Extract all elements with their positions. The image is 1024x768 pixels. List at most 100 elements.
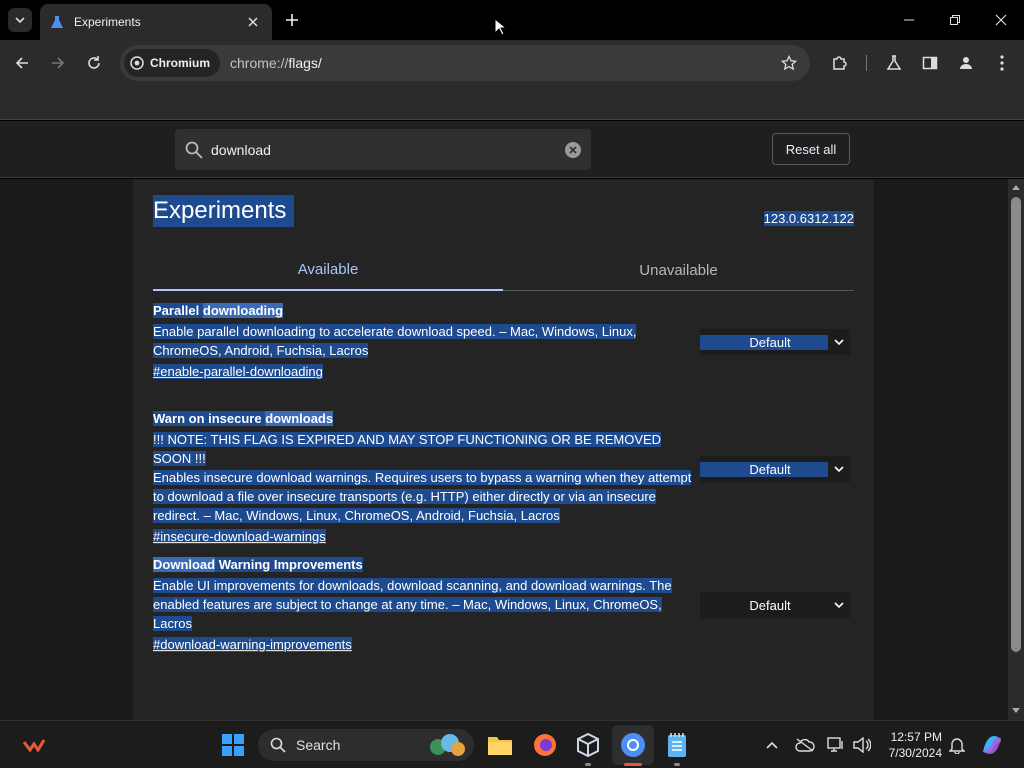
windows-logo-icon [222,734,244,756]
notepad-icon[interactable] [663,731,691,759]
url-path: flags/ [288,55,322,71]
back-button[interactable] [11,52,33,74]
firefox-icon[interactable] [531,731,559,759]
clock[interactable]: 12:57 PM 7/30/2024 [880,729,942,761]
taskbar: Search 12:57 PM 7/30/2024 [0,720,1024,768]
flag-select[interactable]: Default [700,592,850,618]
virtualbox-icon[interactable] [574,731,602,759]
tab-close-button[interactable] [244,13,262,31]
restore-button[interactable] [943,8,967,32]
close-icon [995,14,1007,26]
chromium-taskbar-icon[interactable] [619,731,647,759]
flag-link[interactable]: #enable-parallel-downloading [153,362,693,381]
clock-date: 7/30/2024 [888,746,942,760]
flag-item: Warn on insecure downloads !!! NOTE: THI… [153,409,693,546]
extensions-button[interactable] [829,52,851,74]
flag-item: Download Warning Improvements Enable UI … [153,555,693,654]
show-hidden-icons-button[interactable] [758,731,786,759]
reset-all-label: Reset all [785,141,837,157]
flag-link[interactable]: #download-warning-improvements [153,635,693,654]
reset-all-button[interactable]: Reset all [772,133,850,165]
version-label: 123.0.6312.122 [763,211,854,226]
network-icon[interactable] [822,731,850,759]
mouse-cursor-icon [494,17,508,41]
url-text: chrome://flags/ [230,55,778,71]
chevron-up-icon [766,741,778,749]
onedrive-icon[interactable] [791,731,819,759]
clock-time: 12:57 PM [890,730,942,744]
flag-select-value: Default [700,461,828,477]
flag-note: !!! NOTE: THIS FLAG IS EXPIRED AND MAY S… [153,432,662,466]
labs-button[interactable] [883,52,905,74]
flag-name: Download Warning Improvements [153,557,363,572]
volume-icon[interactable] [848,731,876,759]
tab-unavailable[interactable]: Unavailable [503,249,854,291]
page-scrollbar[interactable] [1008,179,1024,720]
reload-button[interactable] [83,52,105,74]
flask-icon [51,16,63,28]
bell-icon [949,738,965,754]
scroll-up-icon[interactable] [1012,184,1020,190]
flag-name: Parallel downloading [153,303,284,318]
tab-title: Experiments [74,15,141,29]
chevron-down-icon [15,17,25,24]
clear-search-icon[interactable] [565,141,581,158]
flag-link[interactable]: #insecure-download-warnings [153,527,693,546]
flag-select[interactable]: Default [700,456,850,482]
browser-tab[interactable]: Experiments [40,4,272,40]
scroll-down-icon[interactable] [1012,708,1020,714]
flask-icon [886,55,902,70]
tab-available[interactable]: Available [153,249,503,291]
flag-description: Enables insecure download warnings. Requ… [153,470,692,523]
bookmark-bar [0,86,1024,120]
running-indicator [674,763,680,766]
flag-select[interactable]: Default [700,329,850,355]
chromium-logo-icon [130,56,144,70]
reload-icon [88,56,100,69]
pinned-app-icon[interactable] [20,731,48,759]
notifications-button[interactable] [943,731,971,759]
side-panel-icon [922,56,938,70]
forward-button[interactable] [47,52,69,74]
flags-search-input[interactable]: download [175,129,591,170]
scrollbar-thumb[interactable] [1011,197,1021,652]
flags-tabs: Available Unavailable [153,249,854,291]
more-vertical-icon [1000,55,1004,71]
flag-name: Warn on insecure downloads [153,411,334,426]
puzzle-icon [833,56,847,70]
arrow-left-icon [15,57,28,69]
minimize-icon [904,19,914,21]
browser-toolbar: Chromium chrome://flags/ [0,40,1024,86]
new-tab-button[interactable] [282,10,302,30]
tab-search-button[interactable] [8,8,32,32]
flags-content: Experiments 123.0.6312.122 Available Una… [133,179,874,720]
url-prefix: chrome:// [230,55,289,71]
taskbar-search[interactable]: Search [258,729,474,761]
star-icon [781,55,797,71]
person-icon [960,57,972,69]
chevron-down-icon [834,466,844,473]
flag-select-value: Default [700,334,828,350]
copilot-icon[interactable] [978,731,1006,759]
running-indicator [585,763,591,766]
active-indicator [624,763,642,766]
profile-button[interactable] [955,52,977,74]
chip-label: Chromium [150,56,210,70]
close-window-button[interactable] [989,8,1013,32]
start-button[interactable] [219,731,247,759]
menu-button[interactable] [991,52,1013,74]
tab-strip: Experiments [0,0,1024,40]
address-bar[interactable]: Chromium chrome://flags/ [120,45,810,81]
close-icon [248,17,258,27]
chevron-down-icon [834,339,844,346]
arrow-right-icon [52,57,65,69]
search-icon [270,737,286,753]
minimize-button[interactable] [897,8,921,32]
bookmark-star-button[interactable] [778,52,800,74]
site-info-chip[interactable]: Chromium [124,49,220,77]
flag-description: Enable parallel downloading to accelerat… [153,324,637,358]
side-panel-button[interactable] [919,52,941,74]
flag-item: Parallel downloading Enable parallel dow… [153,301,693,381]
file-explorer-icon[interactable] [486,731,514,759]
page-title: Experiments [153,195,295,227]
